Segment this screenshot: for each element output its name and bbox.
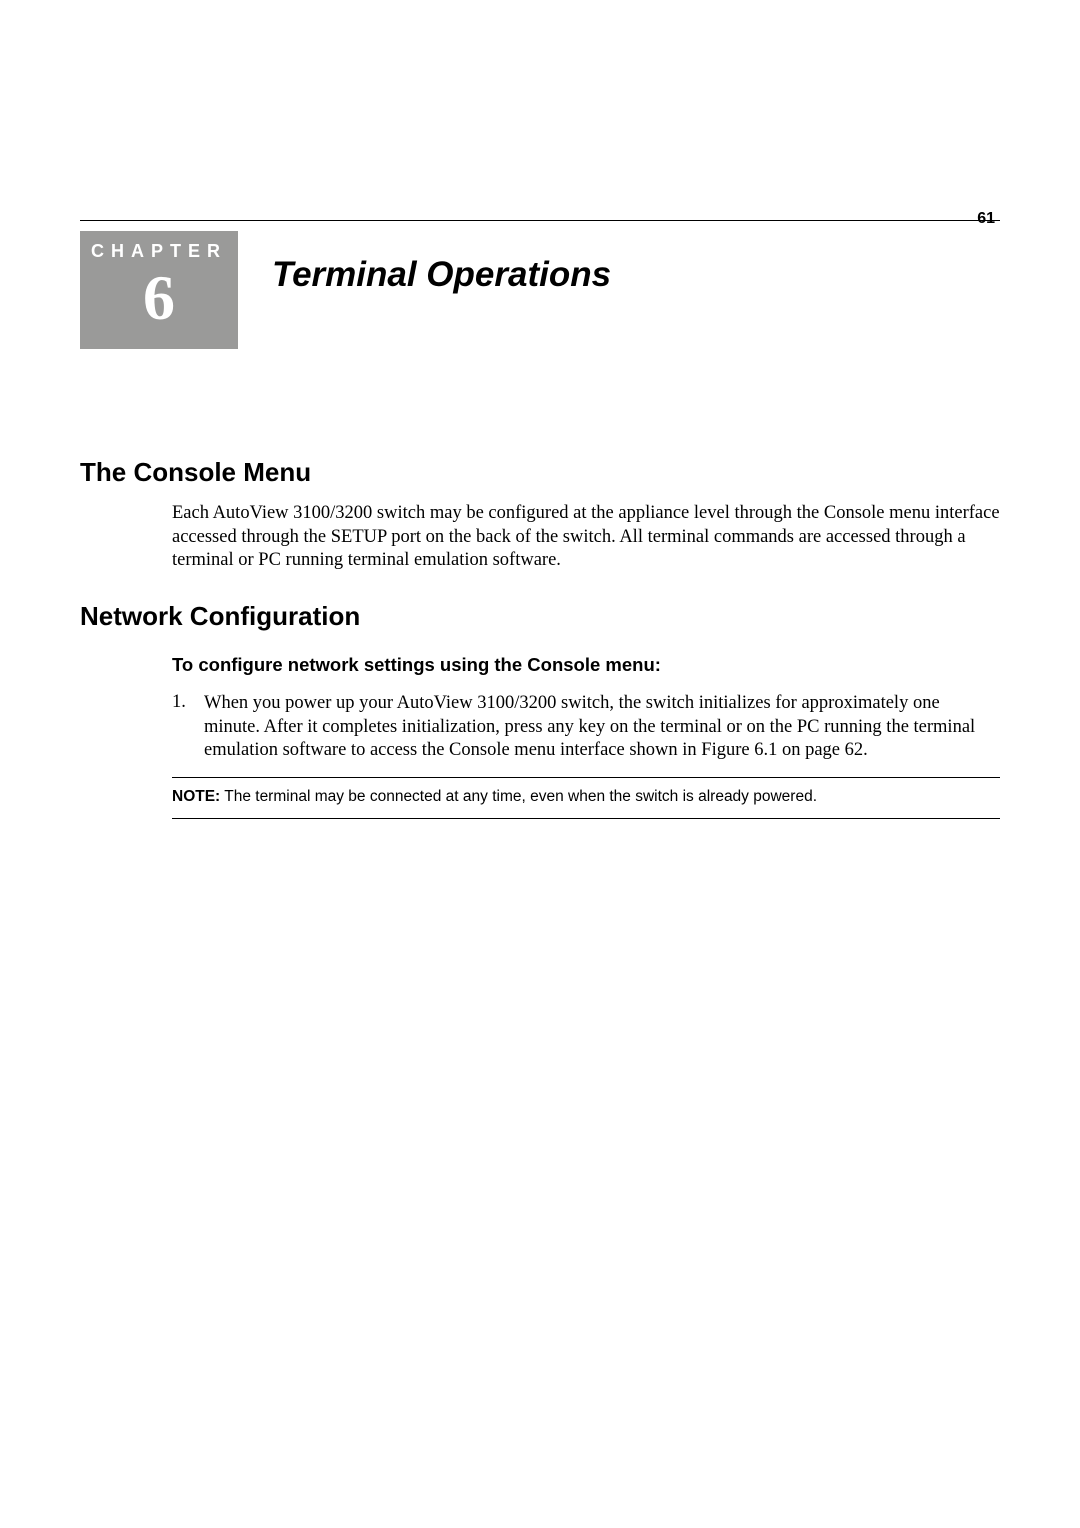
section-heading-network-config: Network Configuration xyxy=(80,601,1000,632)
step-number: 1. xyxy=(172,692,204,763)
top-divider xyxy=(80,220,1000,221)
note-label: NOTE: xyxy=(172,788,220,805)
console-menu-paragraph: Each AutoView 3100/3200 switch may be co… xyxy=(172,502,1000,573)
step-text: When you power up your AutoView 3100/320… xyxy=(204,692,1000,763)
note-block: NOTE: The terminal may be connected at a… xyxy=(172,777,1000,819)
network-config-subheading: To configure network settings using the … xyxy=(172,654,1000,676)
note-body: The terminal may be connected at any tim… xyxy=(220,788,817,805)
chapter-header-row: CHAPTER 6 Terminal Operations xyxy=(80,231,1000,349)
chapter-number: 6 xyxy=(143,266,175,330)
numbered-step-1: 1. When you power up your AutoView 3100/… xyxy=(172,692,1000,763)
page-container: 61 CHAPTER 6 Terminal Operations The Con… xyxy=(0,0,1080,819)
section-heading-console-menu: The Console Menu xyxy=(80,457,1000,488)
chapter-block: CHAPTER 6 xyxy=(80,231,238,349)
chapter-title: Terminal Operations xyxy=(272,255,611,295)
chapter-label: CHAPTER xyxy=(91,241,227,262)
note-bottom-rule xyxy=(172,818,1000,819)
page-number: 61 xyxy=(977,210,995,228)
note-text: NOTE: The terminal may be connected at a… xyxy=(172,778,1000,818)
